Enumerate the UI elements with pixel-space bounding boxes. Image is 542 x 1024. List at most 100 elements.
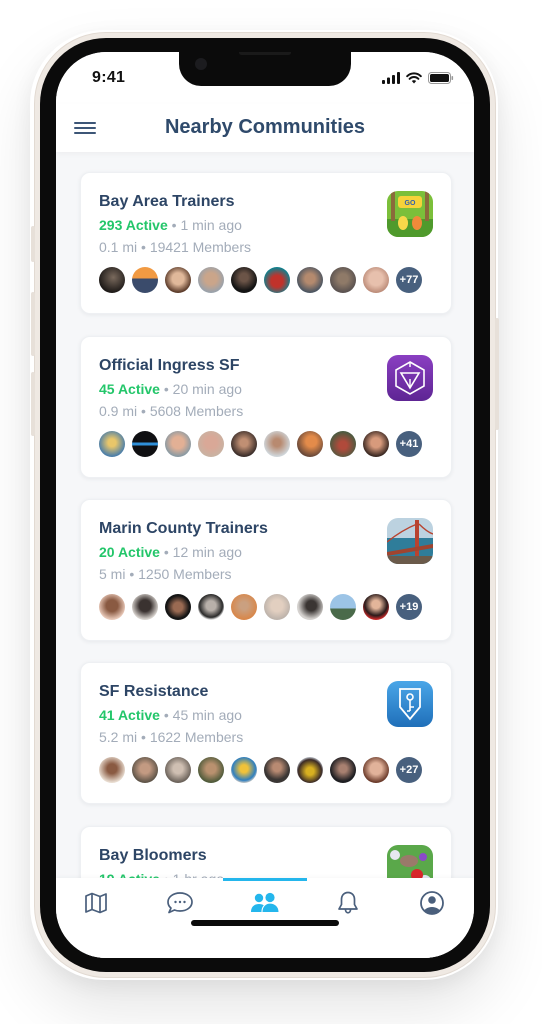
member-avatar[interactable] [99, 431, 125, 457]
member-avatar[interactable] [198, 431, 224, 457]
member-avatar[interactable] [231, 431, 257, 457]
community-activity: 293 Active • 1 min ago [99, 217, 242, 233]
distance: 0.1 mi [99, 239, 138, 255]
community-meta: 5 mi • 1250 Members [99, 566, 232, 582]
last-active: 20 min ago [172, 381, 242, 397]
member-avatar[interactable] [198, 594, 224, 620]
chat-bubble-icon [167, 892, 193, 914]
member-avatar[interactable] [132, 757, 158, 783]
last-active: 12 min ago [172, 544, 242, 560]
more-members-badge[interactable]: +41 [396, 431, 422, 457]
separator: • [137, 729, 150, 745]
separator: • [159, 544, 173, 560]
member-count: 19421 Members [149, 239, 251, 255]
member-avatar[interactable] [132, 267, 158, 293]
community-name: SF Resistance [99, 683, 209, 700]
member-avatar[interactable] [330, 757, 356, 783]
app-header: Nearby Communities [56, 104, 474, 152]
member-avatar[interactable] [198, 267, 224, 293]
community-name: Marin County Trainers [99, 520, 268, 537]
page-title: Nearby Communities [164, 116, 366, 138]
pokemon-go-icon: GO [387, 191, 433, 237]
user-circle-icon [420, 891, 444, 915]
tab-map[interactable] [76, 888, 116, 918]
more-members-badge[interactable]: +77 [396, 267, 422, 293]
member-avatar[interactable] [297, 431, 323, 457]
power-button [495, 318, 499, 430]
member-avatar[interactable] [264, 431, 290, 457]
community-meta: 0.1 mi • 19421 Members [99, 239, 251, 255]
last-active: 1 min ago [180, 217, 242, 233]
member-avatar[interactable] [231, 757, 257, 783]
separator: • [159, 381, 173, 397]
community-activity: 41 Active • 45 min ago [99, 707, 242, 723]
map-icon [85, 892, 107, 914]
member-avatar[interactable] [297, 594, 323, 620]
member-avatar[interactable] [165, 431, 191, 457]
member-avatar[interactable] [165, 757, 191, 783]
active-count: 20 Active [99, 544, 160, 560]
member-avatar[interactable] [99, 594, 125, 620]
member-avatar[interactable] [363, 267, 389, 293]
bell-icon [338, 891, 358, 914]
member-avatar[interactable] [132, 594, 158, 620]
distance: 5 mi [99, 566, 126, 582]
battery-icon [428, 72, 454, 84]
member-avatar[interactable] [363, 594, 389, 620]
member-avatar[interactable] [198, 757, 224, 783]
member-avatar[interactable] [231, 594, 257, 620]
separator: • [125, 566, 139, 582]
ingress-enlightened-icon [387, 355, 433, 401]
member-avatar[interactable] [264, 594, 290, 620]
community-name: Bay Bloomers [99, 847, 207, 864]
member-avatar[interactable] [363, 757, 389, 783]
tab-communities[interactable] [245, 888, 285, 918]
notch [179, 52, 351, 86]
community-card-official-ingress-sf[interactable]: Official Ingress SF 45 Active • 20 min a… [80, 336, 452, 478]
member-avatar[interactable] [297, 757, 323, 783]
community-card-marin-county-trainers[interactable]: Marin County Trainers 20 Active • 12 min… [80, 499, 452, 641]
volume-up-button [31, 292, 35, 356]
member-avatar[interactable] [231, 267, 257, 293]
member-avatar[interactable] [297, 267, 323, 293]
member-avatar[interactable] [264, 757, 290, 783]
member-avatars: +19 [99, 594, 422, 620]
member-avatar[interactable] [165, 594, 191, 620]
separator: • [137, 239, 150, 255]
last-active: 45 min ago [172, 707, 242, 723]
member-avatar[interactable] [165, 267, 191, 293]
people-icon [251, 892, 279, 912]
member-avatar[interactable] [330, 431, 356, 457]
tab-chat[interactable] [160, 888, 200, 918]
member-avatar[interactable] [99, 267, 125, 293]
more-members-badge[interactable]: +27 [396, 757, 422, 783]
distance: 0.9 mi [99, 403, 138, 419]
member-avatar[interactable] [99, 757, 125, 783]
member-count: 5608 Members [149, 403, 244, 419]
volume-down-button [31, 372, 35, 436]
member-avatar[interactable] [330, 594, 356, 620]
tab-profile[interactable] [412, 888, 452, 918]
status-icons [382, 72, 454, 84]
screen: 9:41 Nearby Communities Bay Area Trainer… [56, 52, 474, 958]
community-card-bay-area-trainers[interactable]: Bay Area Trainers 293 Active • 1 min ago… [80, 172, 452, 314]
member-avatar[interactable] [264, 267, 290, 293]
community-name: Official Ingress SF [99, 357, 240, 374]
community-activity: 20 Active • 12 min ago [99, 544, 242, 560]
member-avatar[interactable] [330, 267, 356, 293]
separator: • [137, 403, 150, 419]
separator: • [159, 707, 173, 723]
status-time: 9:41 [92, 69, 126, 86]
selected-tab-indicator [223, 878, 307, 881]
tab-notifications[interactable] [328, 888, 368, 918]
community-card-sf-resistance[interactable]: SF Resistance 41 Active • 45 min ago 5.2… [80, 662, 452, 804]
member-avatar[interactable] [132, 431, 158, 457]
home-indicator [191, 920, 339, 926]
more-members-badge[interactable]: +19 [396, 594, 422, 620]
member-avatars: +77 [99, 267, 422, 293]
community-meta: 0.9 mi • 5608 Members [99, 403, 243, 419]
ingress-resistance-icon [387, 681, 433, 727]
distance: 5.2 mi [99, 729, 138, 745]
member-avatar[interactable] [363, 431, 389, 457]
community-meta: 5.2 mi • 1622 Members [99, 729, 243, 745]
